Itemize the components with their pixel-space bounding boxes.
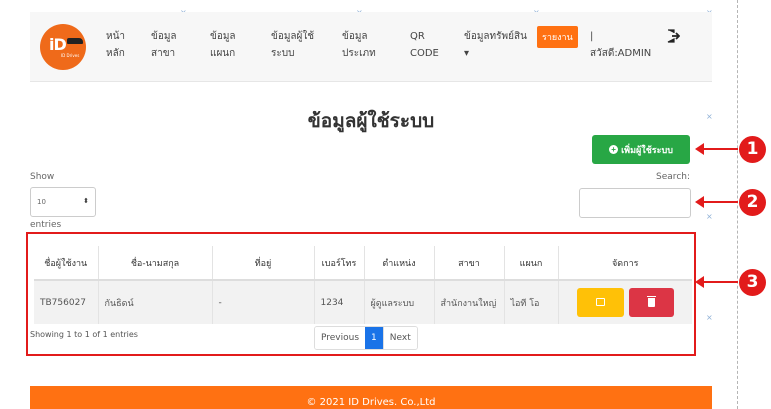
annotation-badge-3: 3 [739,269,766,296]
guide-line [737,0,738,409]
nav-users[interactable]: ข้อมูลผู้ใช้ ระบบ [271,28,314,62]
annotation-arrow-3 [695,276,738,288]
select-arrow-icon: ⬍ [83,197,89,205]
logo-mark: iD [49,35,67,54]
add-user-label: เพิ่มผู้ใช้ระบบ [621,144,673,155]
page-title: ข้อมูลผู้ใช้ระบบ [307,110,435,132]
annotation-badge-1: 1 [739,136,766,163]
plus-icon: + [609,145,619,154]
nav-branch[interactable]: ข้อมูล สาขา [151,28,177,62]
page-length-select[interactable]: 10 ⬍ [30,187,96,217]
annotation-box-table [26,232,696,356]
nav-types[interactable]: ข้อมูล ประเภท [342,28,376,62]
entries-label: entries [30,220,62,230]
brand-logo[interactable]: iD ID Drives [40,24,86,70]
add-user-button[interactable]: + เพิ่มผู้ใช้ระบบ [592,135,690,164]
page-length-value: 10 [37,198,46,206]
show-label: Show [30,172,55,182]
nav-home[interactable]: หน้า หลัก [106,28,125,62]
welcome-text: | สวัสดี:ADMIN [590,31,652,59]
annotation-arrow-1 [695,143,738,155]
nav-department[interactable]: ข้อมูล แผนก [210,28,236,62]
top-navbar: iD ID Drives หน้า หลัก ข้อมูล สาขา ข้อมู… [30,12,712,82]
car-icon [67,38,83,44]
page-footer: © 2021 ID Drives. Co.,Ltd [30,386,712,409]
search-input[interactable] [579,188,691,218]
nav-qrcode[interactable]: QR CODE [410,28,439,62]
chevron-down-icon: ▾ [464,48,470,59]
search-label: Search: [656,172,690,182]
logout-icon[interactable] [666,28,681,43]
annotation-badge-2: 2 [739,189,766,216]
nav-assets-dropdown[interactable]: ข้อมูลทรัพย์สิน ▾ [464,28,527,62]
logo-subtitle: ID Drives [61,53,80,58]
report-button[interactable]: รายงาน [537,26,578,48]
annotation-arrow-2 [695,196,738,208]
